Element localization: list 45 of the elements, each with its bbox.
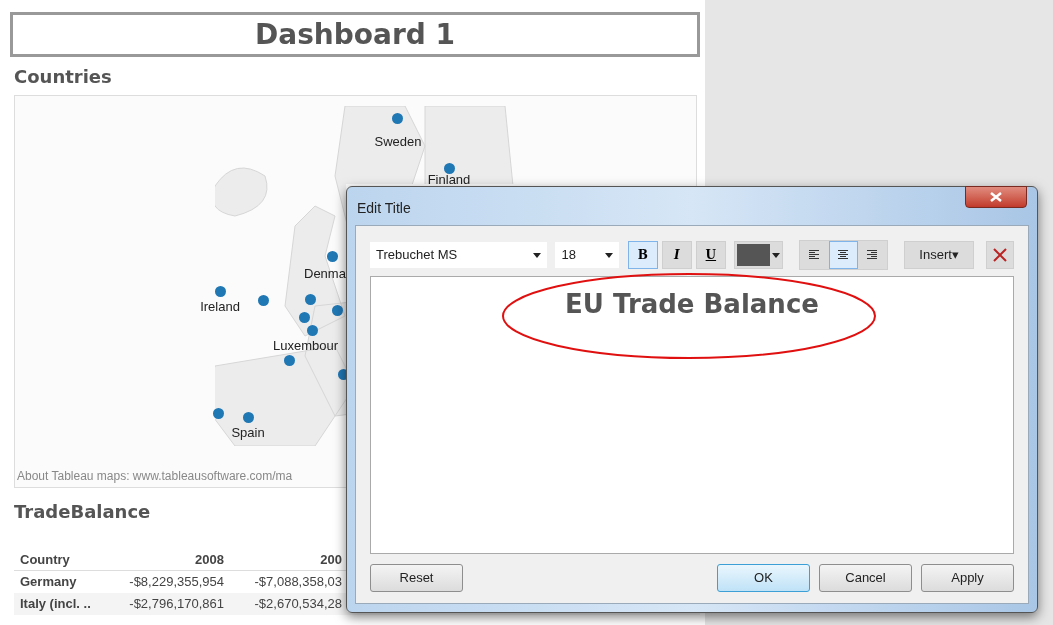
- map-label: Denma: [304, 265, 346, 283]
- section-title: TradeBalance: [14, 500, 152, 524]
- close-button[interactable]: [965, 186, 1027, 208]
- title-text: EU Trade Balance: [565, 288, 819, 319]
- clear-icon: [993, 248, 1008, 262]
- table-cell-text: -$7,088,358,03: [253, 573, 342, 592]
- align-right-icon: [866, 250, 879, 260]
- column-header: 200: [319, 551, 342, 570]
- map-label: Sweden: [374, 133, 422, 151]
- caret-icon: [604, 252, 613, 258]
- align-left-icon: [808, 250, 821, 260]
- align-center-button[interactable]: [828, 241, 858, 269]
- caret-icon: [771, 252, 780, 258]
- map-attribution: About Tableau maps: www.tableausoftware.com/ma: [17, 468, 293, 485]
- map-label: Ireland: [200, 298, 240, 316]
- column-header: 2008: [194, 551, 224, 570]
- dialog-title: Edit Title: [357, 199, 411, 218]
- dialog-button[interactable]: OK: [717, 564, 810, 592]
- section-title: Countries: [14, 65, 113, 89]
- size-dropdown[interactable]: 18: [555, 242, 619, 268]
- column-header: Country: [19, 551, 71, 570]
- dashboard-title[interactable]: Dashboard 1: [10, 12, 700, 57]
- table-cell-text: Germany: [19, 573, 78, 592]
- insert-button[interactable]: Insert▾: [903, 241, 975, 269]
- align-center-icon: [837, 250, 850, 260]
- map-label: Spain: [231, 424, 265, 442]
- caret-icon: [533, 252, 542, 258]
- reset-button[interactable]: Reset: [370, 564, 463, 592]
- underline-button[interactable]: U: [695, 241, 726, 269]
- clear-button[interactable]: [986, 241, 1014, 269]
- dialog-button[interactable]: Apply: [921, 564, 1014, 592]
- table-cell-text: -$2,670,534,28: [253, 595, 342, 614]
- table-cell-text: -$8,229,355,954: [128, 573, 224, 592]
- title-editor[interactable]: EU Trade Balance: [370, 276, 1014, 554]
- close-icon: [990, 192, 1002, 202]
- map-label: Finland: [427, 171, 471, 189]
- font-dropdown[interactable]: Trebuchet MS: [370, 242, 548, 268]
- color-swatch: [736, 244, 770, 266]
- dialog-button[interactable]: Cancel: [819, 564, 912, 592]
- color-picker[interactable]: [733, 241, 783, 269]
- table-cell-text: Italy (incl. ..: [19, 595, 92, 614]
- table-cell-text: -$2,796,170,861: [128, 595, 224, 614]
- italic-button[interactable]: I: [661, 241, 692, 269]
- map-label: Luxembour: [273, 337, 339, 355]
- bold-button[interactable]: B: [627, 241, 658, 269]
